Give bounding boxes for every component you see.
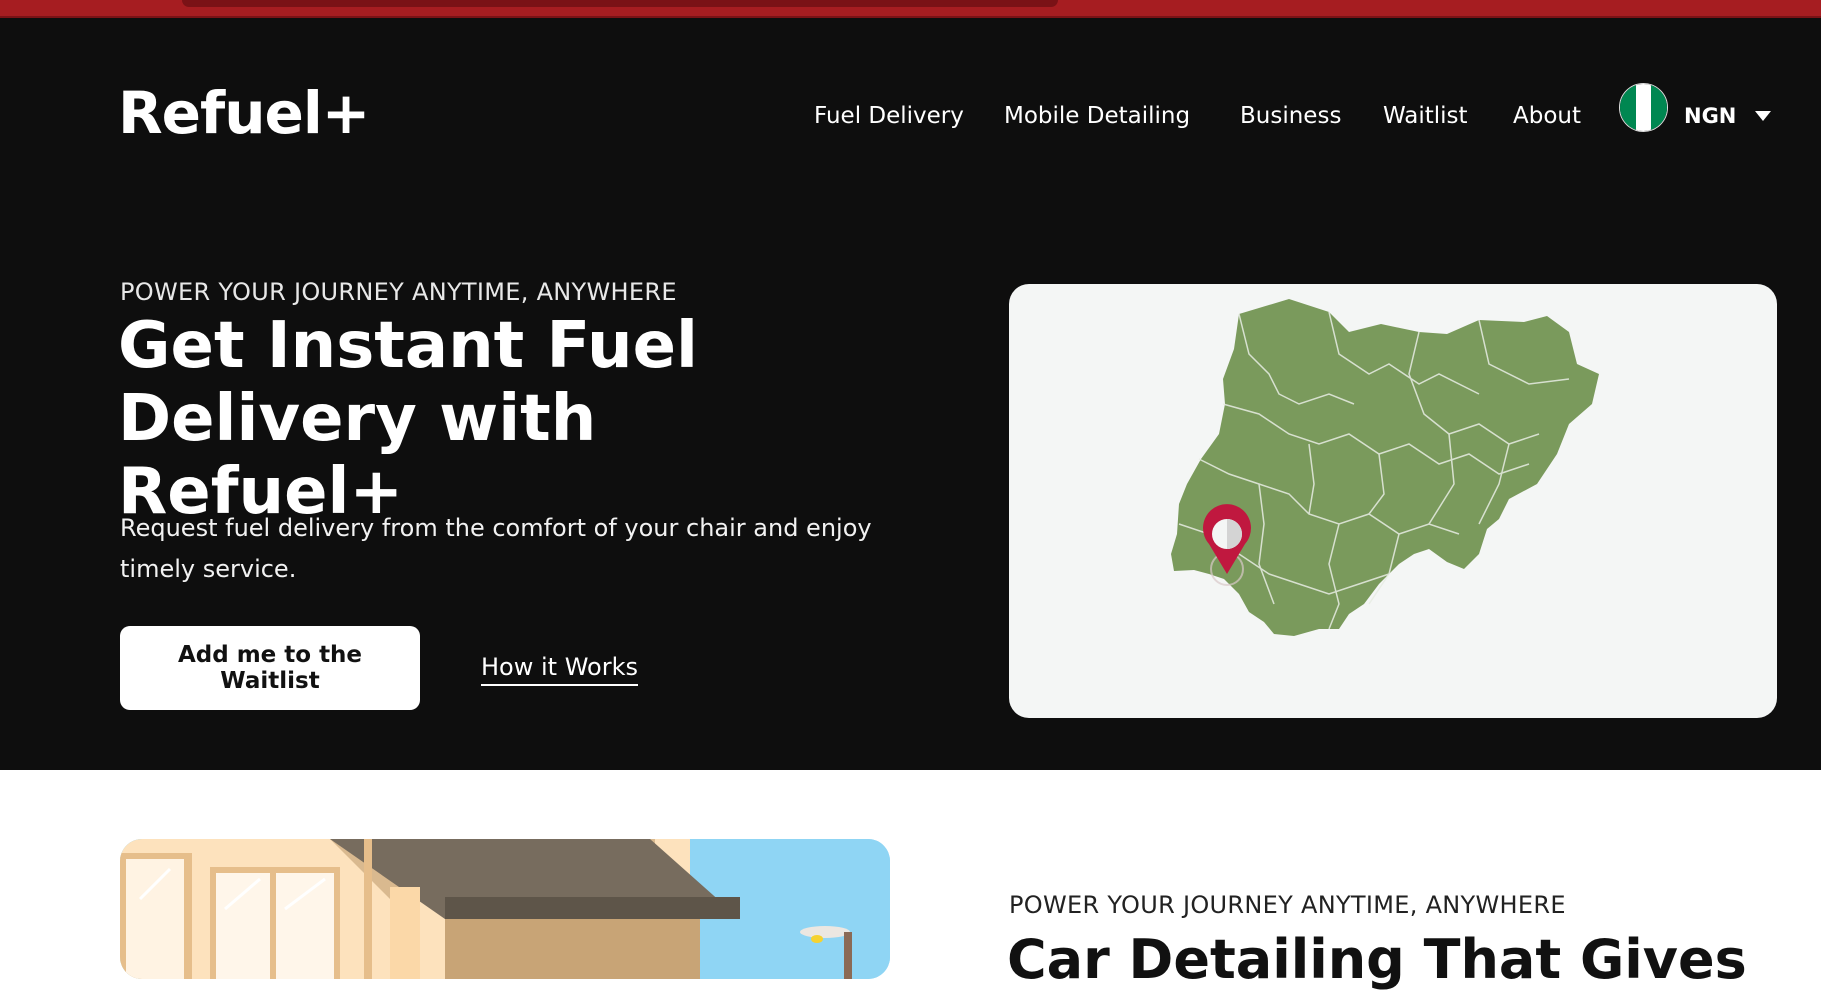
add-to-waitlist-button[interactable]: Add me to the Waitlist xyxy=(120,626,420,710)
detailing-section: POWER YOUR JOURNEY ANYTIME, ANYWHERE Car… xyxy=(0,770,1821,990)
top-strip-tab xyxy=(182,0,1058,7)
browser-top-strip xyxy=(0,0,1821,18)
refuel-logo[interactable]: Refuel+ xyxy=(118,78,370,148)
how-it-works-link[interactable]: How it Works xyxy=(481,650,638,686)
nigeria-map-card xyxy=(1009,284,1777,718)
hero-eyebrow: POWER YOUR JOURNEY ANYTIME, ANYWHERE xyxy=(120,278,677,306)
nigeria-map-shape xyxy=(1171,299,1599,636)
section-title: Car Detailing That Gives xyxy=(1007,928,1747,991)
hero-subtitle: Request fuel delivery from the comfort o… xyxy=(120,514,872,583)
nav-item-business[interactable]: Business xyxy=(1240,90,1341,142)
section-eyebrow: POWER YOUR JOURNEY ANYTIME, ANYWHERE xyxy=(1009,891,1566,919)
nigeria-map xyxy=(1171,299,1599,636)
nav-item-about[interactable]: About xyxy=(1513,90,1581,142)
hero-title: Get Instant Fuel Delivery with Refuel+ xyxy=(118,309,698,529)
currency-selector[interactable]: NGN xyxy=(1684,90,1736,142)
nav-item-waitlist[interactable]: Waitlist xyxy=(1383,90,1468,142)
house-illustration xyxy=(120,839,890,979)
nav-item-mobile-detailing[interactable]: Mobile Detailing xyxy=(1004,90,1190,142)
house-illustration-art xyxy=(120,839,890,979)
chevron-down-icon[interactable] xyxy=(1755,111,1771,121)
hero-section: Refuel+ Fuel Delivery Mobile Detailing B… xyxy=(0,18,1821,770)
nigeria-flag-icon[interactable] xyxy=(1619,83,1668,132)
nav-item-fuel-delivery[interactable]: Fuel Delivery xyxy=(814,90,964,142)
